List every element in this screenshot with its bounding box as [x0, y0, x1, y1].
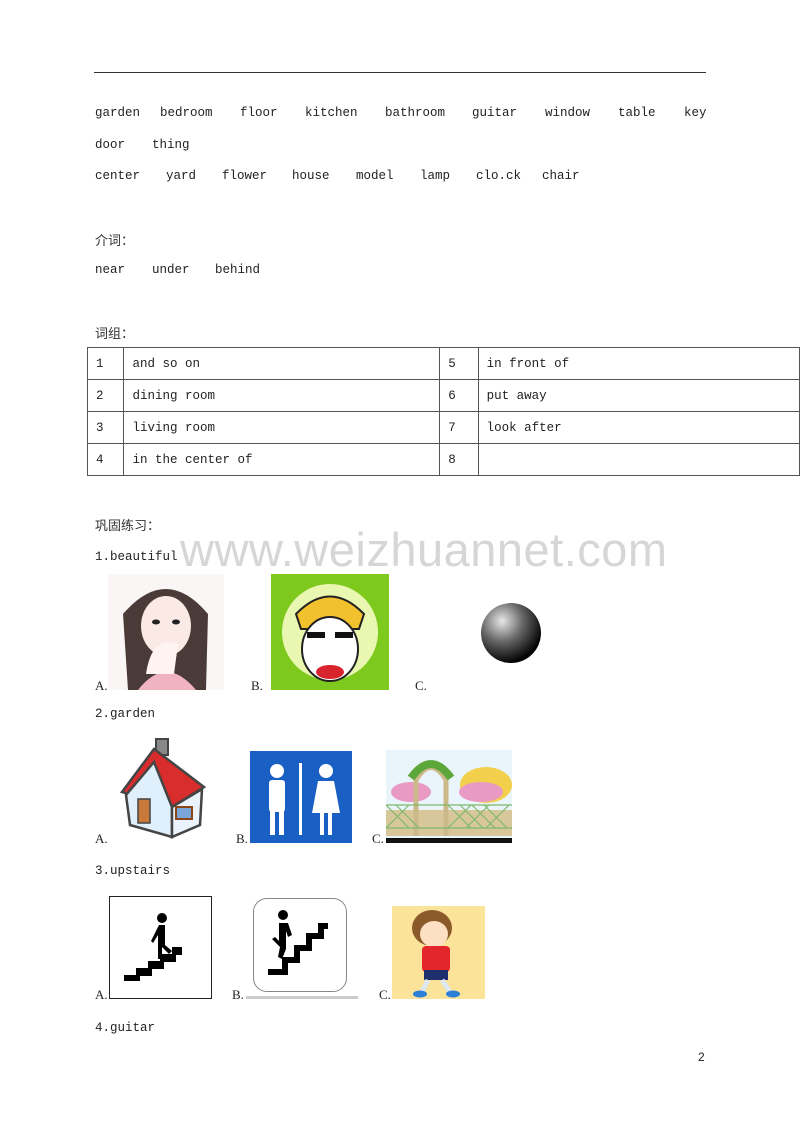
option-letter: C. — [379, 987, 391, 1002]
walking-boy-cartoon[interactable] — [392, 906, 485, 999]
option-letter: B. — [251, 678, 263, 693]
exercises-heading: 巩固练习： — [95, 519, 161, 534]
question-label: 2.garden — [95, 707, 156, 721]
option-letter: A. — [95, 987, 108, 1002]
option-letter: C. — [415, 678, 427, 693]
phrase-number: 5 — [439, 347, 479, 380]
vocab-word: thing — [152, 138, 190, 152]
table-row: 2 dining room 6 put away — [86, 379, 800, 412]
vocab-word: yard — [166, 169, 197, 183]
phrase-number: 4 — [86, 443, 125, 476]
phrases-heading: 词组： — [95, 327, 135, 342]
option-letter: B. — [236, 831, 248, 846]
vocab-word: floor — [240, 106, 278, 120]
phrase-text — [477, 443, 800, 476]
vocab-word: door — [95, 138, 126, 152]
option-letter: B. — [232, 987, 244, 1002]
table-row: 4 in the center of 8 — [86, 443, 800, 476]
vocab-word: flower — [222, 169, 268, 183]
question-label: 3.upstairs — [95, 864, 171, 878]
table-row: 3 living room 7 look after — [86, 411, 800, 444]
vocab-word: chair — [542, 169, 580, 183]
crying-cartoon-girl[interactable] — [271, 574, 389, 690]
preposition-word: under — [152, 263, 190, 277]
vocab-word: bedroom — [160, 106, 213, 120]
vocab-word: house — [292, 169, 330, 183]
black-sphere[interactable] — [478, 600, 544, 666]
phrase-text: dining room — [123, 379, 441, 412]
person-climbing-stairs-icon[interactable] — [253, 898, 347, 992]
phrase-text: in the center of — [123, 443, 441, 476]
header-rule — [94, 72, 706, 73]
vocab-word: garden — [95, 106, 141, 120]
phrases-table: 1 and so on 5 in front of 2 dining room … — [86, 347, 800, 476]
phrase-number: 1 — [86, 347, 125, 380]
page-number: 2 — [698, 1050, 705, 1064]
phrase-text: in front of — [477, 347, 800, 380]
garden-gate-illustration[interactable] — [386, 750, 512, 843]
girl-smiling-illustration[interactable] — [108, 574, 224, 690]
option-letter: C. — [372, 831, 384, 846]
vocab-word: model — [356, 169, 394, 183]
watermark: www.weizhuannet.com — [180, 523, 668, 576]
phrase-number: 8 — [439, 443, 479, 476]
person-walking-stairs-icon[interactable] — [109, 896, 212, 999]
phrase-number: 6 — [439, 379, 479, 412]
vocab-word: window — [545, 106, 591, 120]
phrase-number: 2 — [86, 379, 125, 412]
option-letter: A. — [95, 678, 108, 693]
phrase-text: living room — [123, 411, 441, 444]
phrase-number: 7 — [439, 411, 479, 444]
table-row: 1 and so on 5 in front of — [86, 347, 800, 380]
option-letter: A. — [95, 831, 108, 846]
vocab-word: kitchen — [305, 106, 358, 120]
vocab-word: center — [95, 169, 141, 183]
preposition-word: behind — [215, 263, 261, 277]
vocab-word: key — [684, 106, 707, 120]
phrase-number: 3 — [86, 411, 125, 444]
prepositions-heading: 介词： — [95, 234, 135, 249]
house-cartoon[interactable] — [114, 737, 210, 843]
vocab-word: lamp — [420, 169, 451, 183]
phrase-text: and so on — [123, 347, 441, 380]
preposition-word: near — [95, 263, 126, 277]
question-label: 4.guitar — [95, 1021, 156, 1035]
vocab-word: bathroom — [385, 106, 446, 120]
image-border-fragment — [246, 996, 358, 999]
restroom-sign[interactable] — [250, 751, 352, 843]
question-label: 1.beautiful — [95, 550, 178, 564]
phrase-text: look after — [477, 411, 800, 444]
vocab-word: clo.ck — [476, 169, 522, 183]
vocab-word: guitar — [472, 106, 518, 120]
phrase-text: put away — [477, 379, 800, 412]
vocab-word: table — [618, 106, 656, 120]
